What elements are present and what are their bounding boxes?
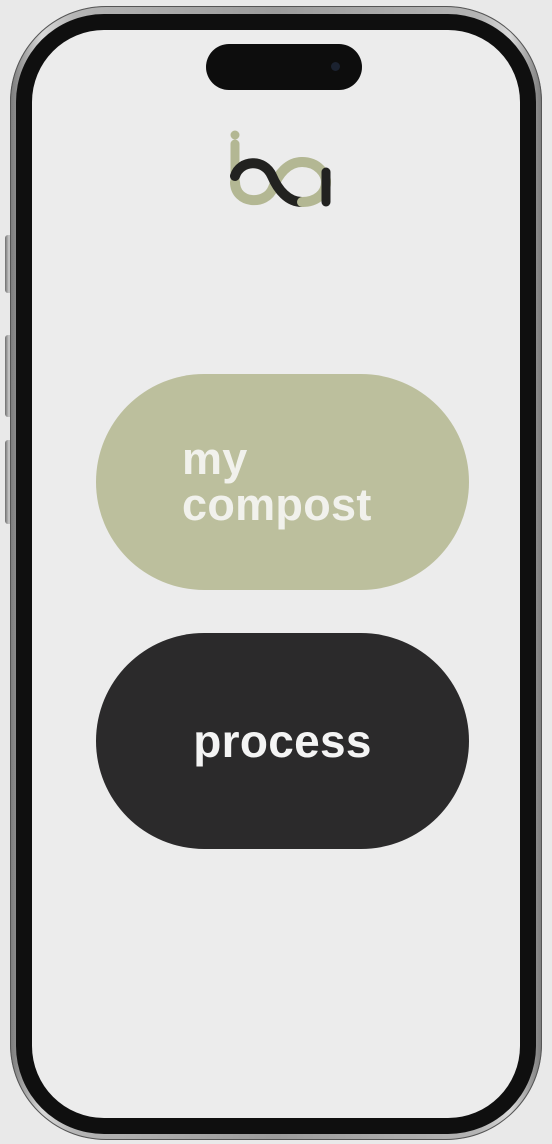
process-label: process (193, 715, 372, 767)
my-compost-button[interactable]: my compost (96, 374, 469, 590)
ba-logo-icon (230, 130, 334, 210)
front-camera-icon (331, 62, 340, 71)
process-button[interactable]: process (96, 633, 469, 849)
my-compost-label-line1: my (182, 433, 248, 484)
app-screen: my compost process (32, 30, 520, 1118)
dynamic-island (206, 44, 362, 90)
device-mockup: my compost process (0, 0, 552, 1144)
my-compost-label-line2: compost (182, 479, 372, 530)
